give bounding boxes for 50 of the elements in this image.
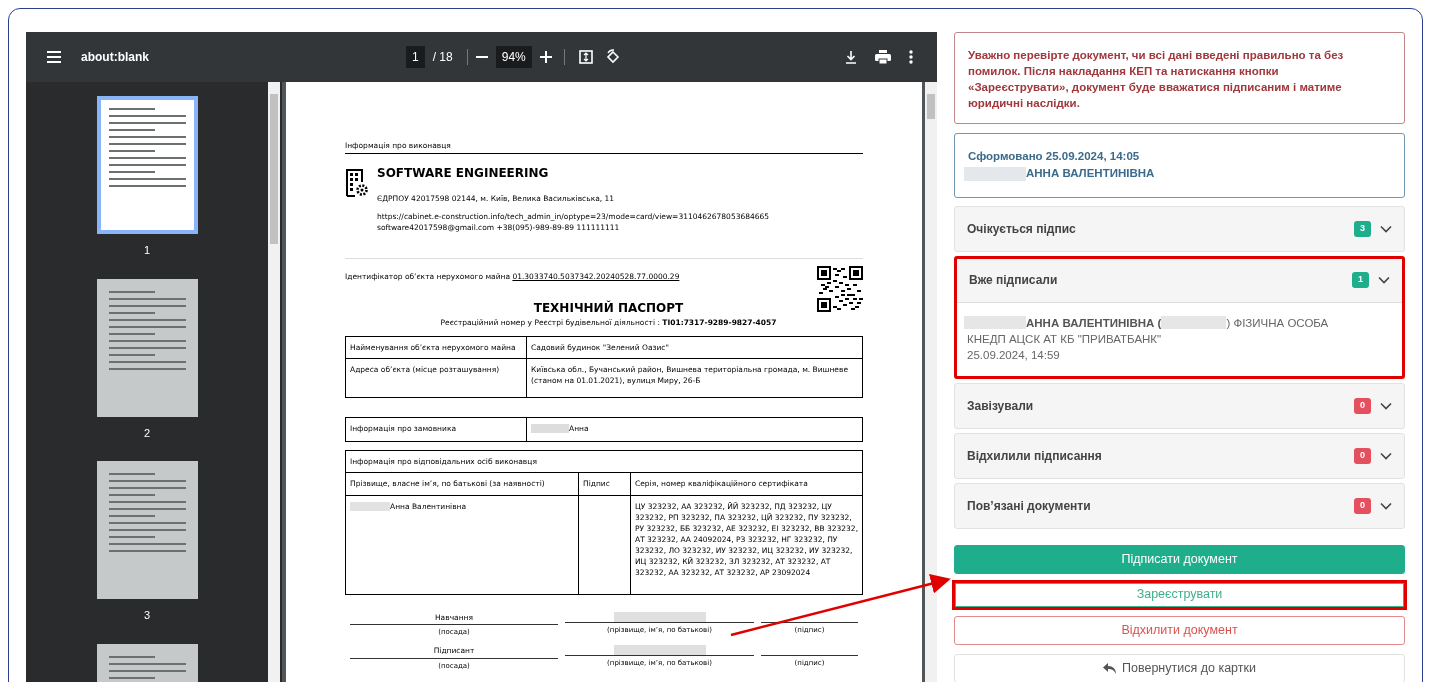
chevron-down-icon <box>1380 501 1392 510</box>
accordion-header[interactable]: Відхилили підписання 0 <box>955 433 1404 478</box>
count-badge: 0 <box>1354 447 1371 464</box>
count-badge: 1 <box>1352 272 1369 288</box>
chevron-down-icon <box>1378 276 1390 284</box>
page-number-field[interactable]: 1 <box>406 46 425 68</box>
document-title: ТЕХНІЧНИЙ ПАСПОРТ <box>532 299 685 318</box>
qr-code <box>817 266 863 312</box>
company-name: SOFTWARE ENGINEERING <box>377 165 550 183</box>
document-title: about:blank <box>81 49 150 66</box>
reply-arrow-icon <box>1103 662 1116 674</box>
download-icon[interactable] <box>845 50 857 64</box>
back-button[interactable]: Повернутися до картки <box>954 653 1405 682</box>
page-label: 1 <box>143 243 151 258</box>
count-badge: 0 <box>1354 397 1371 414</box>
chevron-down-icon <box>1380 224 1392 233</box>
menu-icon[interactable] <box>46 50 62 64</box>
redaction-block <box>1161 316 1227 329</box>
signed-time: 25.09.2024, 14:59 <box>967 347 1061 363</box>
print-icon[interactable] <box>875 50 891 64</box>
redaction-block <box>964 316 1026 329</box>
scrollbar[interactable] <box>268 82 280 682</box>
signer-name: АННА ВАЛЕНТИНІВНА ( <box>1026 315 1162 331</box>
page-thumbnail[interactable] <box>96 461 198 599</box>
building-gear-icon <box>345 168 369 199</box>
accordion-header[interactable]: Завізували 0 <box>955 383 1404 428</box>
page-thumbnail[interactable] <box>96 96 198 234</box>
accordion-header[interactable]: Пов’язані документи 0 <box>955 483 1404 528</box>
action-button[interactable]: Відхилити документ <box>954 615 1405 645</box>
zoom-field[interactable]: 94% <box>495 46 532 68</box>
count-badge: 0 <box>1354 497 1371 514</box>
page-label: 3 <box>143 608 151 623</box>
fit-page-icon[interactable] <box>578 50 593 64</box>
more-options-icon[interactable] <box>909 50 913 64</box>
count-badge: 3 <box>1354 220 1371 237</box>
scrollbar[interactable] <box>925 82 937 682</box>
certificate-issuer: КНЕДП АЦСК АТ КБ "ПРИВАТБАНК" <box>967 331 1163 347</box>
page-count: / 18 <box>432 49 453 66</box>
chevron-down-icon <box>1380 451 1392 460</box>
accordion-header[interactable]: Вже підписали 1 <box>957 258 1402 303</box>
rotate-icon[interactable] <box>604 49 621 65</box>
chevron-down-icon <box>1380 401 1392 410</box>
created-date: Сформовано 25.09.2024, 14:05 <box>968 149 1141 164</box>
warning-message: Уважно перевірте документ, чи всі дані введені правильно та без помилок. Після накладання КЕП та натискання кнопки «Зареєструвати», документ буде вважатися підписаним і матиме юридичні наслідки. <box>954 32 1405 124</box>
zoom-in-icon[interactable] <box>539 51 552 63</box>
accordion-header[interactable]: Очікується підпис 3 <box>955 206 1404 251</box>
signer-type: ) ФІЗИЧНА ОСОБА <box>1226 315 1329 331</box>
author-name: АННА ВАЛЕНТИНІВНА <box>1026 166 1155 182</box>
page-thumbnail[interactable] <box>96 278 198 417</box>
page-label: 2 <box>143 425 151 441</box>
